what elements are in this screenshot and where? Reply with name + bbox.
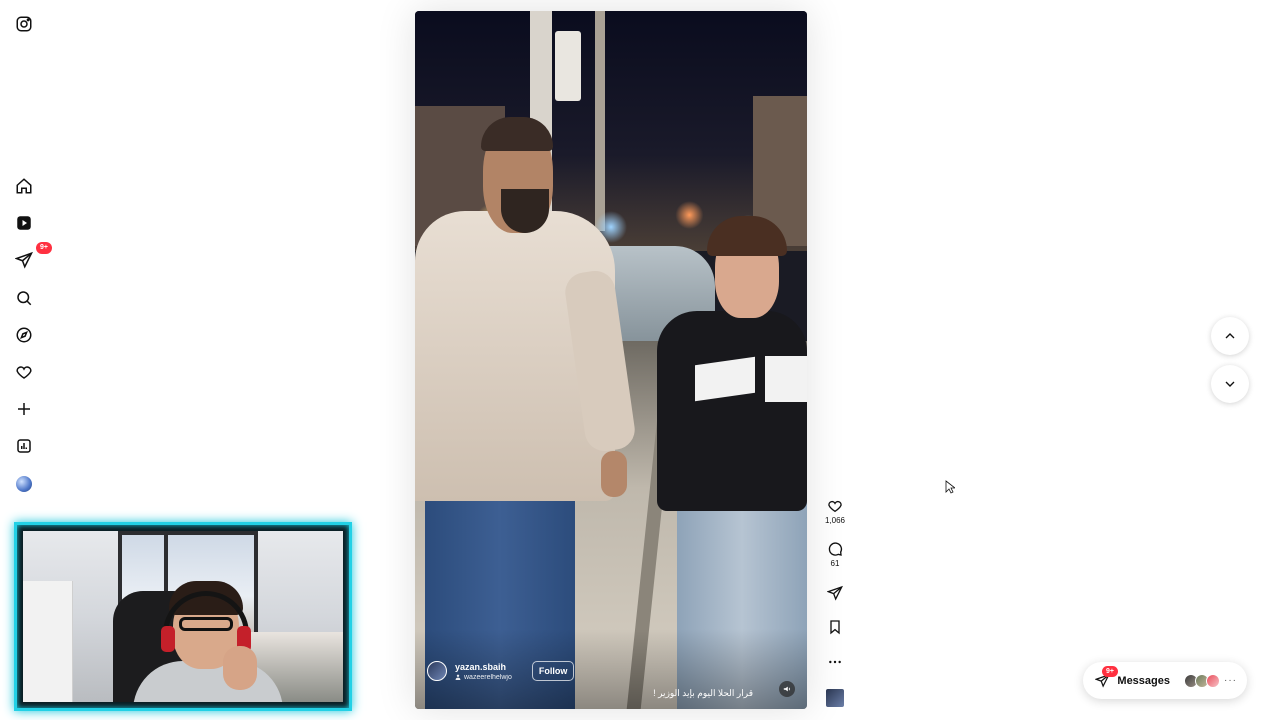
messages-icon-wrap: 9+ bbox=[1093, 665, 1118, 691]
dashboard-icon[interactable] bbox=[12, 434, 36, 458]
messages-label: Messages bbox=[1117, 674, 1170, 687]
heart-icon[interactable] bbox=[827, 498, 843, 514]
reels-icon[interactable] bbox=[12, 211, 36, 235]
comment-action: 61 bbox=[820, 541, 850, 568]
speaker-icon bbox=[783, 686, 790, 692]
webcam-overlay bbox=[14, 522, 352, 711]
comment-icon[interactable] bbox=[827, 541, 843, 557]
mouse-cursor-icon bbox=[945, 480, 955, 494]
more-options-action[interactable] bbox=[820, 654, 850, 670]
reel-video[interactable]: yazan.sbaih wazeerelhelwjo Follow قرار ا… bbox=[415, 11, 807, 709]
like-action: 1,066 bbox=[820, 498, 850, 525]
messages-button[interactable]: 9+ Messages ··· bbox=[1083, 662, 1247, 699]
direct-message-icon[interactable]: 9+ bbox=[12, 242, 52, 272]
home-icon[interactable] bbox=[12, 174, 36, 198]
avatar bbox=[1206, 673, 1220, 688]
audio-label[interactable]: wazeerelhelwjo bbox=[455, 674, 512, 681]
audio-thumbnail[interactable] bbox=[820, 689, 850, 707]
share-action[interactable] bbox=[820, 585, 850, 601]
comment-count[interactable]: 61 bbox=[831, 559, 840, 568]
webcam-feed bbox=[23, 531, 343, 702]
reel-author: yazan.sbaih wazeerelhelwjo Follow bbox=[427, 661, 575, 681]
messages-badge: 9+ bbox=[1102, 665, 1118, 677]
instagram-reels-page: 9+ yazan.sbaih wazeerelhelwjo Follow قرا… bbox=[0, 0, 1280, 720]
more-horizontal-icon bbox=[829, 660, 841, 664]
instagram-logo-icon[interactable] bbox=[12, 12, 36, 36]
more-avatars-indicator: ··· bbox=[1224, 675, 1237, 686]
share-icon bbox=[827, 585, 843, 601]
create-plus-icon[interactable] bbox=[12, 397, 36, 421]
bookmark-icon bbox=[830, 620, 840, 635]
author-avatar[interactable] bbox=[427, 661, 447, 681]
explore-icon[interactable] bbox=[12, 323, 36, 347]
chevron-up-icon bbox=[1225, 333, 1235, 339]
author-username[interactable]: yazan.sbaih bbox=[455, 662, 512, 672]
person-icon bbox=[455, 674, 461, 680]
audio-name: wazeerelhelwjo bbox=[464, 673, 512, 681]
direct-badge: 9+ bbox=[36, 242, 52, 254]
profile-avatar[interactable] bbox=[12, 472, 36, 496]
audio-toggle-button[interactable] bbox=[779, 681, 795, 697]
messages-avatars: ··· bbox=[1184, 673, 1237, 688]
save-action[interactable] bbox=[820, 619, 850, 635]
previous-reel-button[interactable] bbox=[1211, 317, 1249, 355]
profile-avatar-image bbox=[16, 476, 32, 492]
chevron-down-icon bbox=[1225, 381, 1235, 387]
search-icon[interactable] bbox=[12, 286, 36, 310]
audio-thumbnail-image bbox=[826, 689, 844, 707]
follow-button[interactable]: Follow bbox=[531, 661, 575, 681]
reel-caption: قرار الحلا اليوم بإيد الوزير ! bbox=[653, 688, 753, 698]
like-count[interactable]: 1,066 bbox=[825, 516, 845, 525]
notifications-heart-icon[interactable] bbox=[12, 360, 36, 384]
next-reel-button[interactable] bbox=[1211, 365, 1249, 403]
